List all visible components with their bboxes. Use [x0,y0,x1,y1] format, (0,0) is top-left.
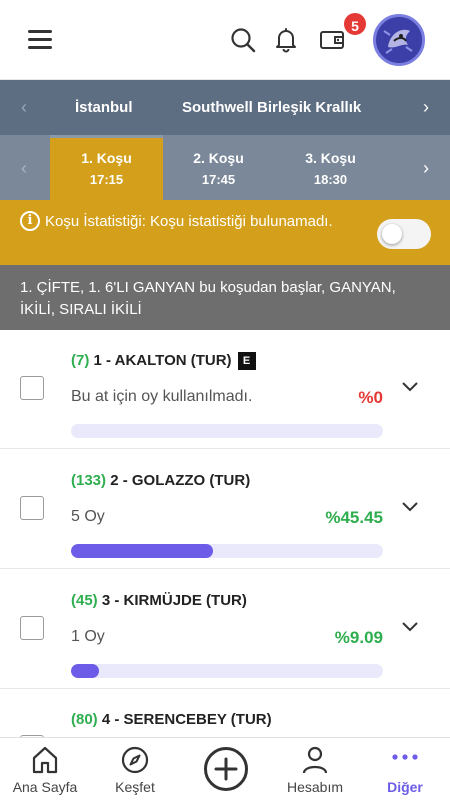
toggle-knob [382,224,402,244]
bottom-navigation: Ana Sayfa Keşfet Hesabım Diğer [0,737,450,800]
city-tab-istanbul[interactable]: İstanbul [75,99,133,116]
user-icon [302,746,328,774]
chevron-down-icon[interactable] [400,376,420,396]
hamburger-icon[interactable] [28,30,52,50]
city-prev-icon[interactable]: ‹ [14,96,34,118]
nav-label: Diğer [387,779,423,795]
notification-badge: 5 [342,11,368,37]
race-tab-time: 18:30 [313,172,348,187]
race-tab-1[interactable]: 1. Koşu 17:15 [50,135,163,200]
bell-icon[interactable] [272,26,300,54]
nav-home[interactable]: Ana Sayfa [0,738,90,800]
horse-card: (7) 1 - AKALTON (TUR) E Bu at için oy kul… [0,330,450,449]
race-tab-2[interactable]: 2. Koşu 17:45 [162,135,275,200]
city-selector-bar: ‹ İstanbul Southwell Birleşik Krallık › [0,80,450,135]
chevron-down-icon[interactable] [400,496,420,516]
horse-vote-bar [71,544,383,558]
horse-e-badge: E [237,352,256,370]
race-tab-label: 3. Koşu [305,150,356,166]
bet-types-info: 1. ÇİFTE, 1. 6'LI GANYAN bu koşudan başl… [0,265,450,330]
horse-vote-bar-fill [71,664,100,678]
horse-vote-bar-fill [71,544,213,558]
horse-votes: 5 Oy [71,508,105,525]
add-circle-icon [204,747,248,791]
city-tab-southwell[interactable]: Southwell Birleşik Krallık [182,99,361,116]
horse-name: (80) 4 - SERENCEBEY (TUR) [71,711,272,728]
horse-name: (133) 2 - GOLAZZO (TUR) [71,472,250,489]
horse-program-number: (133) [71,472,107,489]
nav-label: Hesabım [286,779,344,795]
nav-explore[interactable]: Keşfet [90,738,180,800]
race-prev-icon[interactable]: ‹ [14,157,34,179]
horse-votes: 1 Oy [71,628,105,645]
search-icon[interactable] [229,26,257,54]
horse-title: 4 - SERENCEBEY (TUR) [101,711,272,728]
horse-title: 2 - GOLAZZO (TUR) [110,472,251,489]
user-avatar[interactable] [373,14,425,66]
nav-label: Ana Sayfa [12,779,78,795]
horse-card: (133) 2 - GOLAZZO (TUR) 5 Oy %45.45 [0,450,450,569]
horse-program-number: (45) [71,592,98,609]
more-icon [392,754,418,760]
horse-name: (7) 1 - AKALTON (TUR) E [71,352,256,370]
nav-label: Keşfet [115,779,155,795]
horse-name: (45) 3 - KIRMÜJDE (TUR) [71,592,247,609]
horse-program-number: (7) [71,352,90,369]
compass-icon [121,746,149,774]
race-selector-bar: ‹ 1. Koşu 17:15 2. Koşu 17:45 3. Koşu 18… [0,135,450,200]
horse-vote-percent: %0 [358,388,383,407]
nav-add[interactable] [180,738,270,800]
horse-title: 1 - AKALTON (TUR) [93,352,232,369]
horse-card: (45) 3 - KIRMÜJDE (TUR) 1 Oy %9.09 [0,570,450,689]
horse-vote-percent: %45.45 [325,508,383,527]
chevron-down-icon[interactable] [400,616,420,636]
horse-vote-percent: %9.09 [334,628,383,647]
race-tab-time: 17:15 [89,172,124,187]
stats-toggle[interactable] [377,219,431,249]
race-tab-label: 2. Koşu [193,150,244,166]
avatar-illustration-icon [376,17,422,63]
horse-select-checkbox[interactable] [20,496,44,520]
horse-vote-bar [71,424,383,438]
horse-vote-bar [71,664,383,678]
race-tab-3[interactable]: 3. Koşu 18:30 [274,135,387,200]
horse-title: 3 - KIRMÜJDE (TUR) [101,592,247,609]
app-header: 5 [0,0,450,80]
city-next-icon[interactable]: › [416,96,436,118]
race-tab-time: 17:45 [201,172,236,187]
horse-select-checkbox[interactable] [20,616,44,640]
nav-account[interactable]: Hesabım [270,738,360,800]
race-tab-label: 1. Koşu [81,150,132,166]
home-icon [32,746,58,774]
nav-more[interactable]: Diğer [360,738,450,800]
horse-select-checkbox[interactable] [20,376,44,400]
wallet-icon[interactable] [318,26,346,54]
race-stats-text: Koşu İstatistiği: Koşu istatistiği bulun… [45,213,333,230]
horse-votes: Bu at için oy kullanılmadı. [71,388,253,405]
race-next-icon[interactable]: › [416,157,436,179]
horse-program-number: (80) [71,711,98,728]
